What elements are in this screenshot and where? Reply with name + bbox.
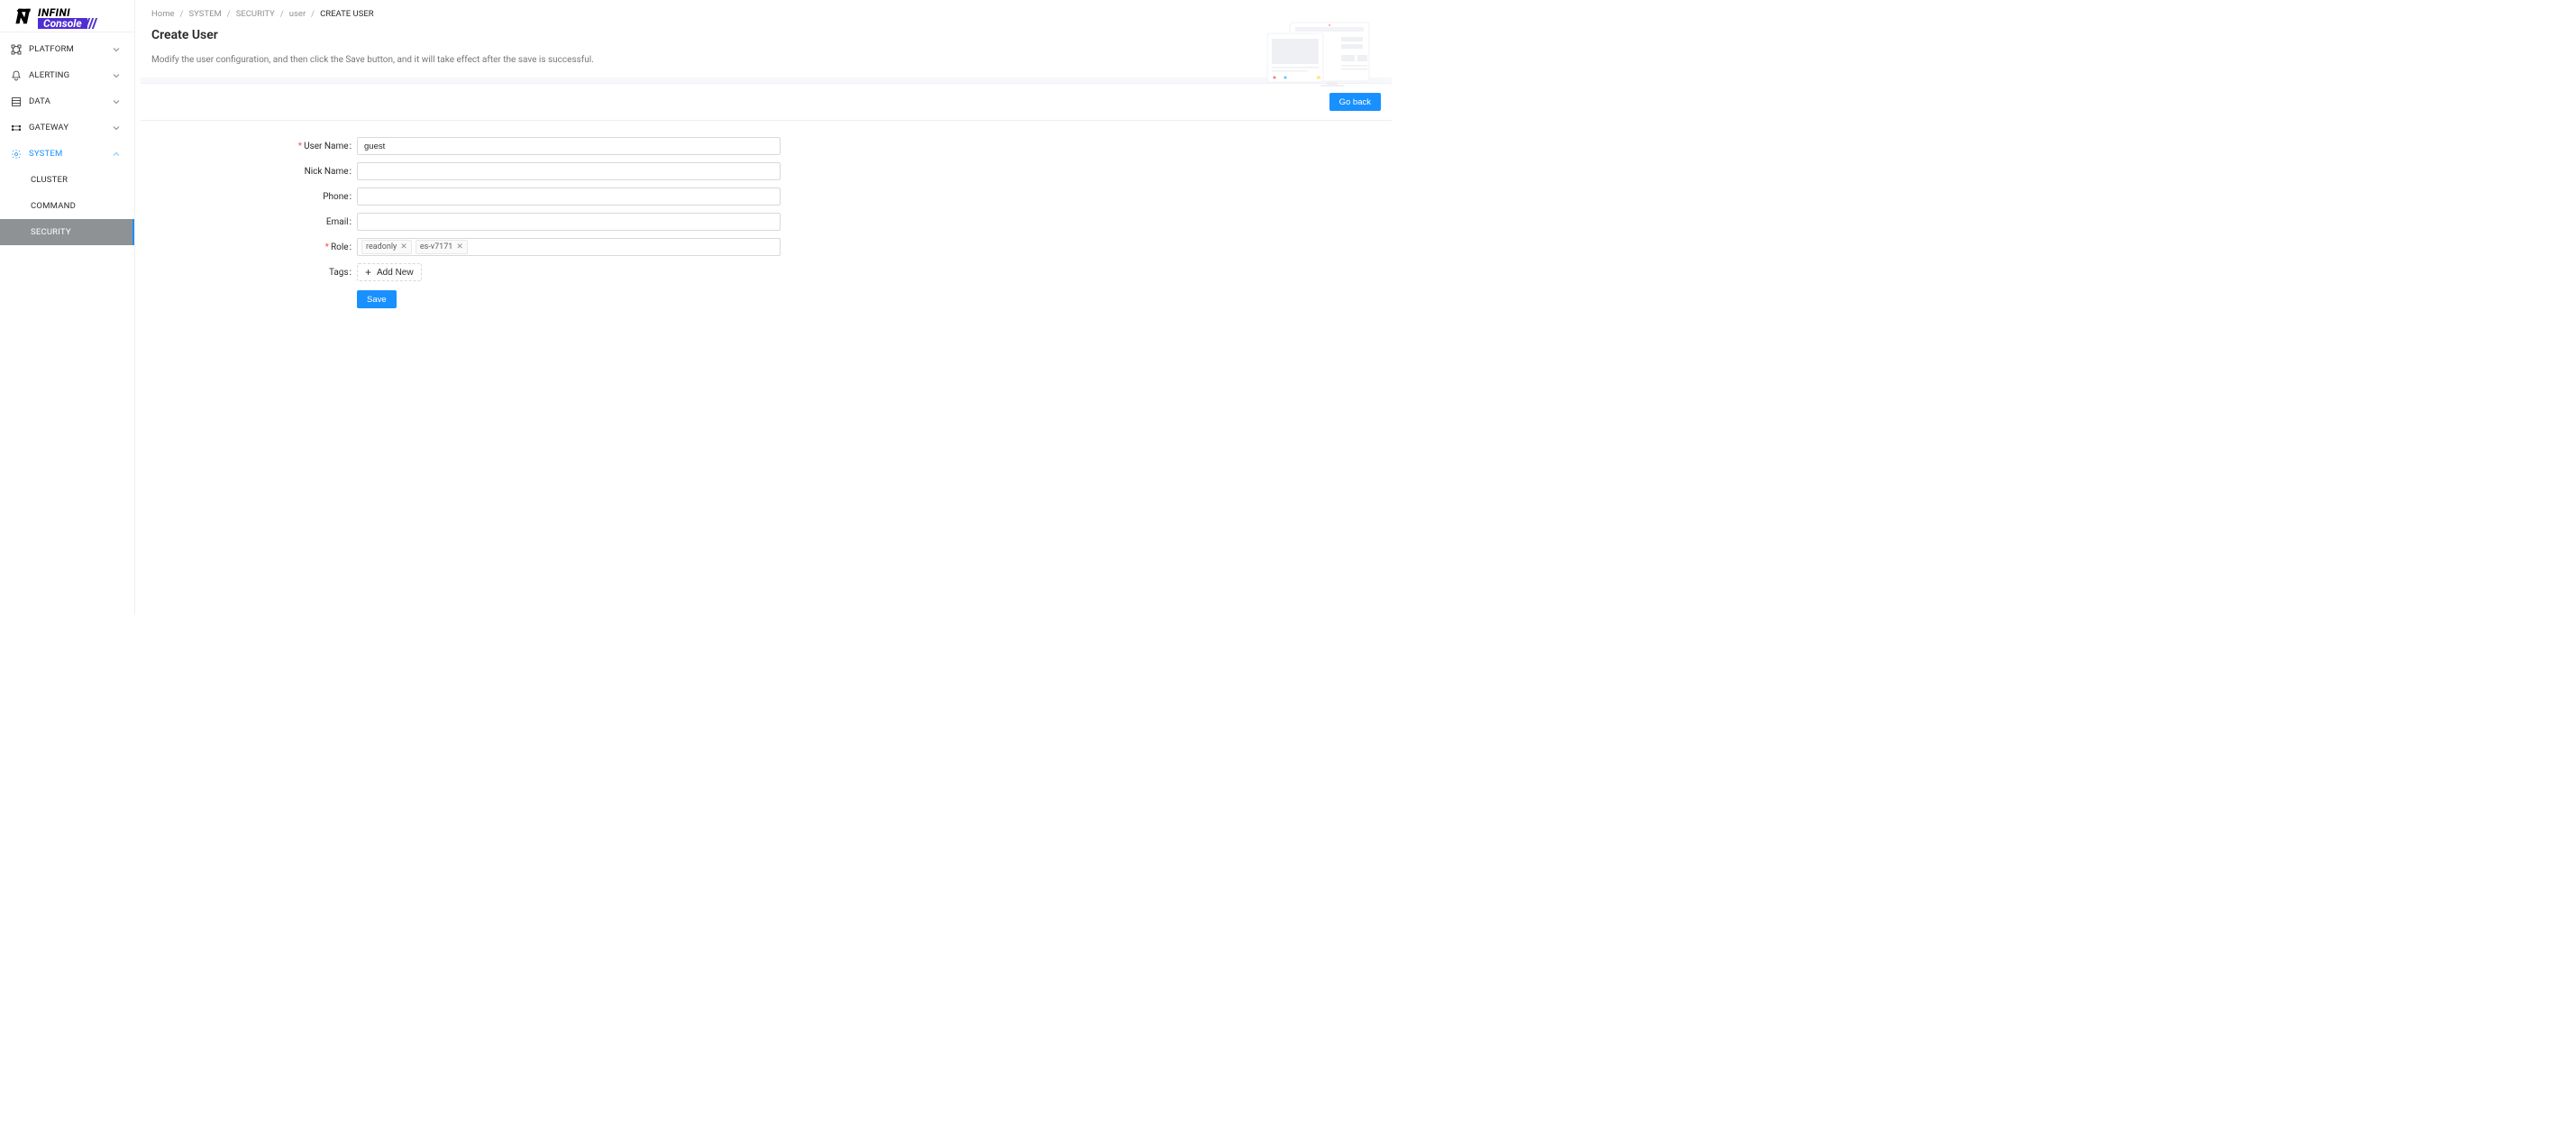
nickname-input[interactable] [357, 162, 781, 180]
hero-illustration [1264, 20, 1372, 99]
breadcrumb-separator: / [311, 9, 315, 19]
main-content: Home / SYSTEM / SECURITY / user / CREATE… [135, 0, 1397, 615]
sidebar-item-command[interactable]: COMMAND [0, 193, 134, 219]
sidebar-item-system[interactable]: SYSTEM [0, 141, 134, 167]
form-row-username: *User Name: [159, 137, 1374, 155]
breadcrumb-item[interactable]: user [289, 9, 306, 19]
sidebar-label: ALERTING [29, 70, 111, 80]
brand-mark-icon [14, 6, 34, 30]
remove-tag-icon[interactable]: ✕ [456, 242, 463, 251]
role-tag: readonly ✕ [361, 240, 412, 254]
system-icon [11, 149, 22, 160]
page-title: Create User [151, 28, 1381, 42]
alerting-icon [11, 70, 22, 81]
role-select[interactable]: readonly ✕ es-v7171 ✕ [357, 238, 781, 256]
label-email: Email: [159, 217, 357, 227]
page-header: Home / SYSTEM / SECURITY / user / CREATE… [135, 0, 1397, 65]
chevron-down-icon [111, 70, 122, 81]
remove-tag-icon[interactable]: ✕ [400, 242, 407, 251]
save-button[interactable]: Save [357, 290, 397, 308]
breadcrumb-separator: / [180, 9, 184, 19]
label-role: *Role: [159, 242, 357, 252]
data-icon [11, 96, 22, 107]
chevron-down-icon [111, 44, 122, 55]
plus-icon: + [365, 267, 371, 278]
sidebar-item-platform[interactable]: PLATFORM [0, 36, 134, 62]
form-row-tags: Tags: + Add New [159, 263, 1374, 281]
breadcrumb-item[interactable]: Home [151, 9, 175, 19]
sidebar-label: SECURITY [31, 227, 122, 237]
form-actions: Save [357, 290, 1374, 308]
card-header: Go back [141, 84, 1392, 121]
breadcrumb-item-current: CREATE USER [320, 9, 374, 19]
create-user-form: *User Name: Nick Name: [141, 121, 1392, 330]
brand-line2: Console [38, 18, 87, 29]
page-description: Modify the user configuration, and then … [151, 55, 782, 65]
form-row-phone: Phone: [159, 187, 1374, 206]
platform-icon [11, 44, 22, 55]
sidebar-item-gateway[interactable]: GATEWAY [0, 114, 134, 141]
role-tag: es-v7171 ✕ [416, 240, 468, 254]
add-tag-button[interactable]: + Add New [357, 263, 422, 281]
sidebar-item-alerting[interactable]: ALERTING [0, 62, 134, 88]
chevron-down-icon [111, 96, 122, 107]
email-input[interactable] [357, 213, 781, 231]
sidebar-label: PLATFORM [29, 44, 111, 54]
gateway-icon [11, 123, 22, 133]
label-username: *User Name: [159, 142, 357, 151]
form-row-role: *Role: readonly ✕ es-v7171 ✕ [159, 238, 1374, 256]
sidebar-item-security[interactable]: SECURITY [0, 219, 134, 245]
brand-logo[interactable]: INFINI Console [0, 0, 134, 32]
chevron-down-icon [111, 123, 122, 133]
breadcrumb-separator: / [227, 9, 231, 19]
breadcrumb: Home / SYSTEM / SECURITY / user / CREATE… [151, 9, 1381, 19]
sidebar: INFINI Console PLATFORM [0, 0, 135, 615]
sidebar-menu: PLATFORM ALERTING DATA [0, 32, 134, 245]
breadcrumb-item[interactable]: SECURITY [236, 9, 275, 19]
sidebar-label: GATEWAY [29, 123, 111, 133]
form-row-nickname: Nick Name: [159, 162, 1374, 180]
sidebar-label: SYSTEM [29, 149, 111, 159]
sidebar-item-data[interactable]: DATA [0, 88, 134, 114]
chevron-up-icon [111, 149, 122, 160]
username-input[interactable] [357, 137, 781, 155]
label-nickname: Nick Name: [159, 167, 357, 177]
form-row-email: Email: [159, 213, 1374, 231]
label-tags: Tags: [159, 268, 357, 278]
phone-input[interactable] [357, 187, 781, 206]
label-phone: Phone: [159, 192, 357, 202]
sidebar-label: COMMAND [31, 201, 122, 211]
sidebar-label: CLUSTER [31, 175, 122, 185]
breadcrumb-item[interactable]: SYSTEM [189, 9, 222, 19]
form-card: Go back *User Name: Nick Name: [141, 83, 1392, 330]
sidebar-item-cluster[interactable]: CLUSTER [0, 167, 134, 193]
sidebar-label: DATA [29, 96, 111, 106]
breadcrumb-separator: / [280, 9, 284, 19]
